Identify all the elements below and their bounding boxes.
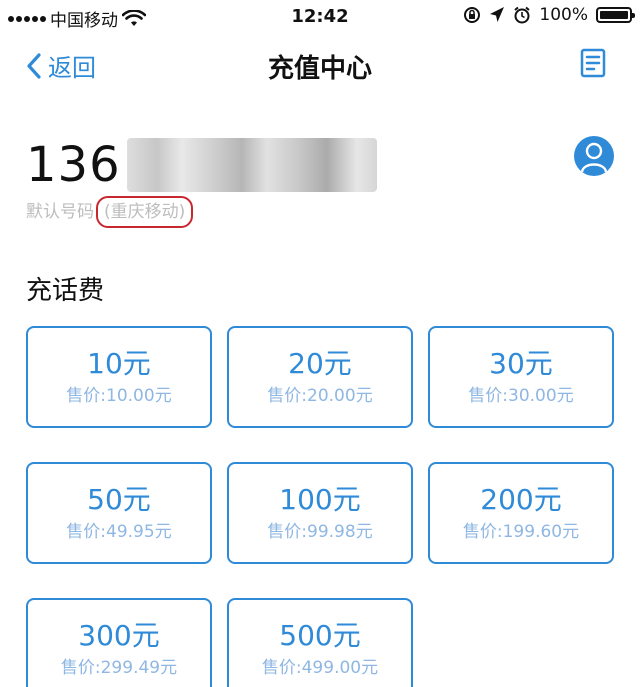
nav-bar: 返回 充值中心 — [0, 34, 640, 94]
page-title: 充值中心 — [267, 54, 372, 84]
option-amount: 30元 — [489, 347, 553, 380]
person-icon — [580, 142, 608, 173]
default-number-label: 默认号码 — [26, 202, 94, 222]
option-price: 售价:99.98元 — [267, 522, 373, 542]
option-amount: 300元 — [78, 619, 160, 652]
battery-icon — [596, 7, 635, 23]
records-button[interactable] — [580, 48, 606, 82]
option-price: 售价:10.00元 — [66, 386, 172, 406]
recharge-option-20[interactable]: 20元 售价:20.00元 — [227, 326, 413, 428]
recharge-option-10[interactable]: 10元 售价:10.00元 — [26, 326, 212, 428]
recharge-option-200[interactable]: 200元 售价:199.60元 — [428, 462, 614, 564]
option-price: 售价:199.60元 — [462, 522, 580, 542]
option-price: 售价:20.00元 — [267, 386, 373, 406]
status-bar: 中国移动 12:42 100% — [0, 0, 640, 34]
recharge-option-30[interactable]: 30元 售价:30.00元 — [428, 326, 614, 428]
document-icon — [580, 48, 606, 78]
phone-number-blurred — [126, 138, 377, 192]
option-amount: 50元 — [87, 483, 151, 516]
option-amount: 10元 — [87, 347, 151, 380]
option-price: 售价:49.95元 — [66, 522, 172, 542]
recharge-option-300[interactable]: 300元 售价:299.49元 — [26, 598, 212, 687]
operator-label: (重庆移动) — [96, 196, 194, 228]
recharge-option-50[interactable]: 50元 售价:49.95元 — [26, 462, 212, 564]
option-amount: 20元 — [288, 347, 352, 380]
phone-default-label: 默认号码 (重庆移动) — [26, 196, 194, 228]
option-price: 售价:299.49元 — [60, 658, 178, 678]
recharge-option-500[interactable]: 500元 售价:499.00元 — [227, 598, 413, 687]
option-amount: 500元 — [279, 619, 361, 652]
phone-prefix: 136 — [26, 137, 121, 193]
location-arrow-icon — [490, 7, 505, 22]
recharge-options: 10元 售价:10.00元 20元 售价:20.00元 30元 售价:30.00… — [26, 326, 614, 687]
option-amount: 100元 — [279, 483, 361, 516]
alarm-icon — [514, 6, 531, 24]
contact-button[interactable] — [574, 136, 614, 176]
option-amount: 200元 — [480, 483, 562, 516]
rotation-lock-icon — [464, 7, 481, 23]
recharge-option-100[interactable]: 100元 售价:99.98元 — [227, 462, 413, 564]
option-price: 售价:30.00元 — [468, 386, 574, 406]
battery-percent: 100% — [539, 5, 588, 25]
status-right: 100% — [463, 5, 635, 25]
phone-number[interactable]: 136 — [26, 135, 377, 195]
option-price: 售价:499.00元 — [261, 658, 379, 678]
section-title: 充话费 — [26, 276, 105, 306]
